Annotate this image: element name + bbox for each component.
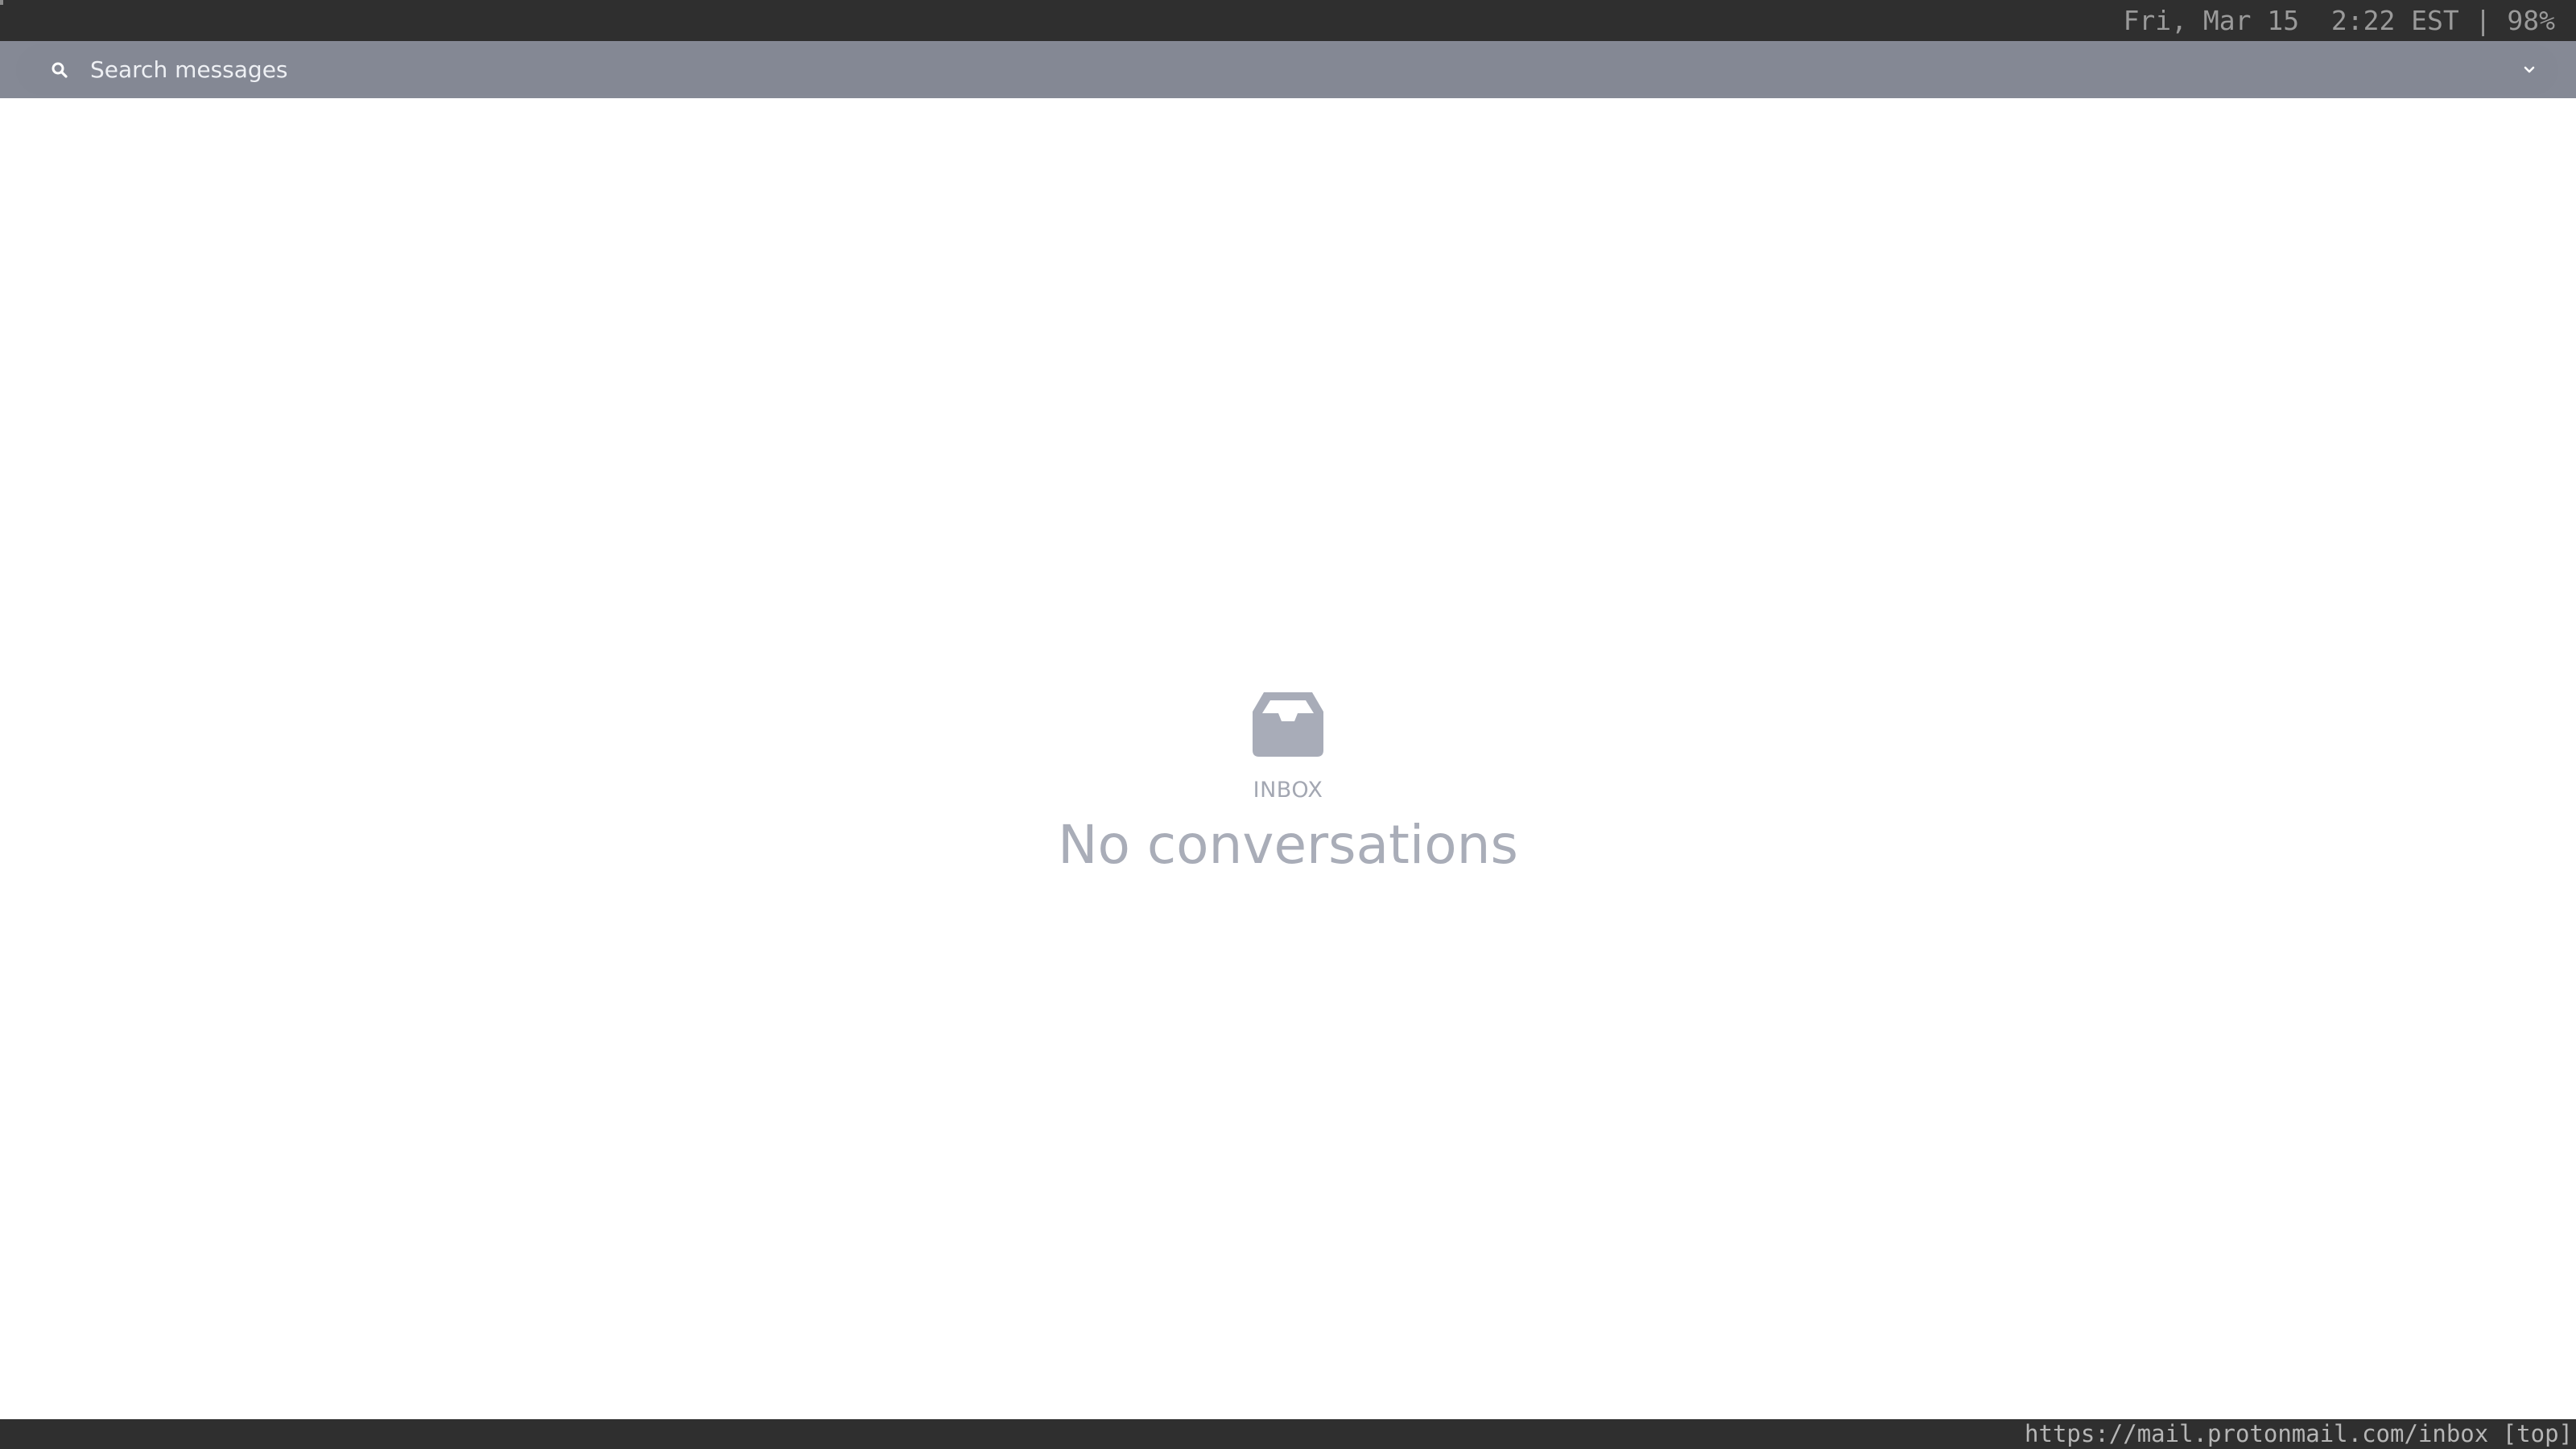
search-icon[interactable] (50, 60, 69, 80)
browser-status-bar: https://mail.protonmail.com/inbox [top] (0, 1419, 2576, 1449)
search-box[interactable] (16, 44, 2558, 95)
chevron-down-icon[interactable] (2518, 59, 2541, 81)
folder-label: INBOX (1253, 778, 1323, 803)
url-text: https://mail.protonmail.com/inbox (2025, 1420, 2489, 1447)
empty-state: INBOX No conversations (0, 692, 2576, 876)
corner-marker (0, 0, 3, 5)
search-input[interactable] (90, 51, 2489, 88)
empty-state-title: No conversations (1058, 814, 1518, 876)
search-bar (0, 41, 2576, 98)
status-url: https://mail.protonmail.com/inbox [top] (2025, 1419, 2573, 1449)
inbox-tray-icon (1253, 692, 1323, 757)
scroll-position: [top] (2502, 1420, 2573, 1447)
system-status-bar: Fri, Mar 15 2:22 EST | 98% (0, 0, 2576, 41)
datetime-battery-readout: Fri, Mar 15 2:22 EST | 98% (2123, 5, 2555, 36)
